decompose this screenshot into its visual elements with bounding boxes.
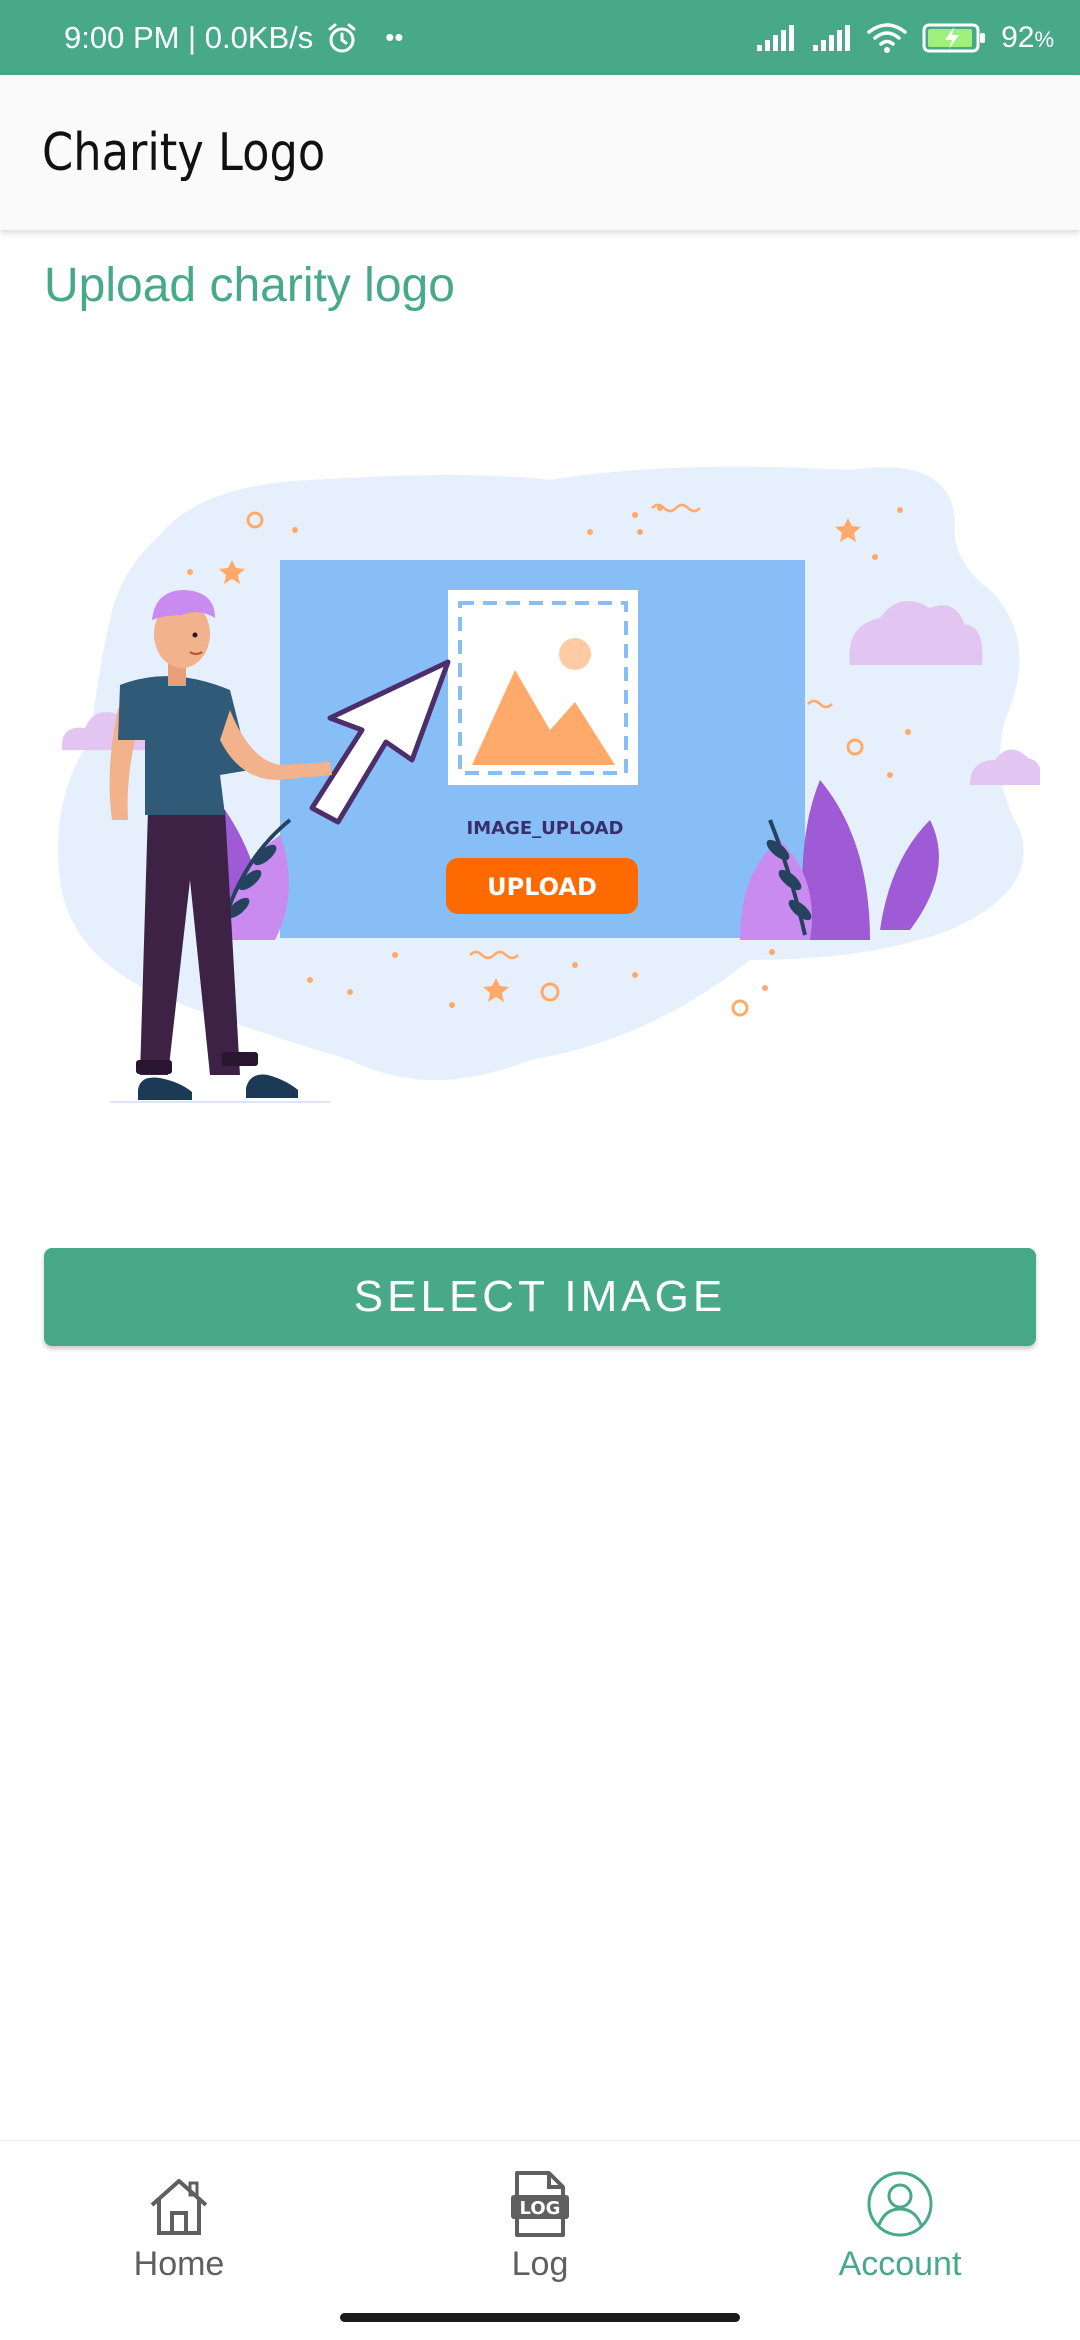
signal-icon [755,23,797,53]
status-bar: 9:00 PM | 0.0KB/s •• 92% [0,0,1080,75]
section-title: Upload charity logo [44,259,455,312]
nav-label-log: Log [511,2245,569,2283]
page-title: Charity Logo [42,122,326,183]
status-left: 9:00 PM | 0.0KB/s •• [64,20,404,56]
log-icon: LOG [509,2163,571,2239]
account-icon [865,2163,935,2239]
nav-label-account: Account [838,2245,962,2283]
log-icon-text: LOG [520,2198,561,2219]
signal-icon-2 [811,23,853,53]
home-indicator[interactable] [340,2313,740,2322]
status-dots: •• [385,22,404,52]
upload-illustration: IMAGE_UPLOAD UPLOAD [50,440,1042,1120]
select-image-button[interactable]: SELECT IMAGE [44,1248,1036,1346]
app-bar: Charity Logo [0,75,1080,230]
illustration-upload-label: UPLOAD [487,873,597,901]
alarm-icon [325,21,359,55]
illustration-caption: IMAGE_UPLOAD [467,818,624,839]
wifi-icon [867,22,907,54]
status-time: 9:00 PM | 0.0KB/s [64,19,314,55]
battery-percent: 92% [1001,20,1054,54]
status-right: 92% [755,21,1054,55]
home-icon [146,2163,212,2239]
upload-illustration-svg: IMAGE_UPLOAD UPLOAD [58,466,1042,1103]
nav-item-account[interactable]: Account [800,2163,1000,2293]
nav-item-home[interactable]: Home [79,2163,279,2293]
bottom-navigation: Home LOG Log Account [0,2140,1080,2340]
nav-item-log[interactable]: LOG Log [440,2163,640,2293]
nav-label-home: Home [133,2245,225,2283]
battery-charging-icon [921,21,987,55]
